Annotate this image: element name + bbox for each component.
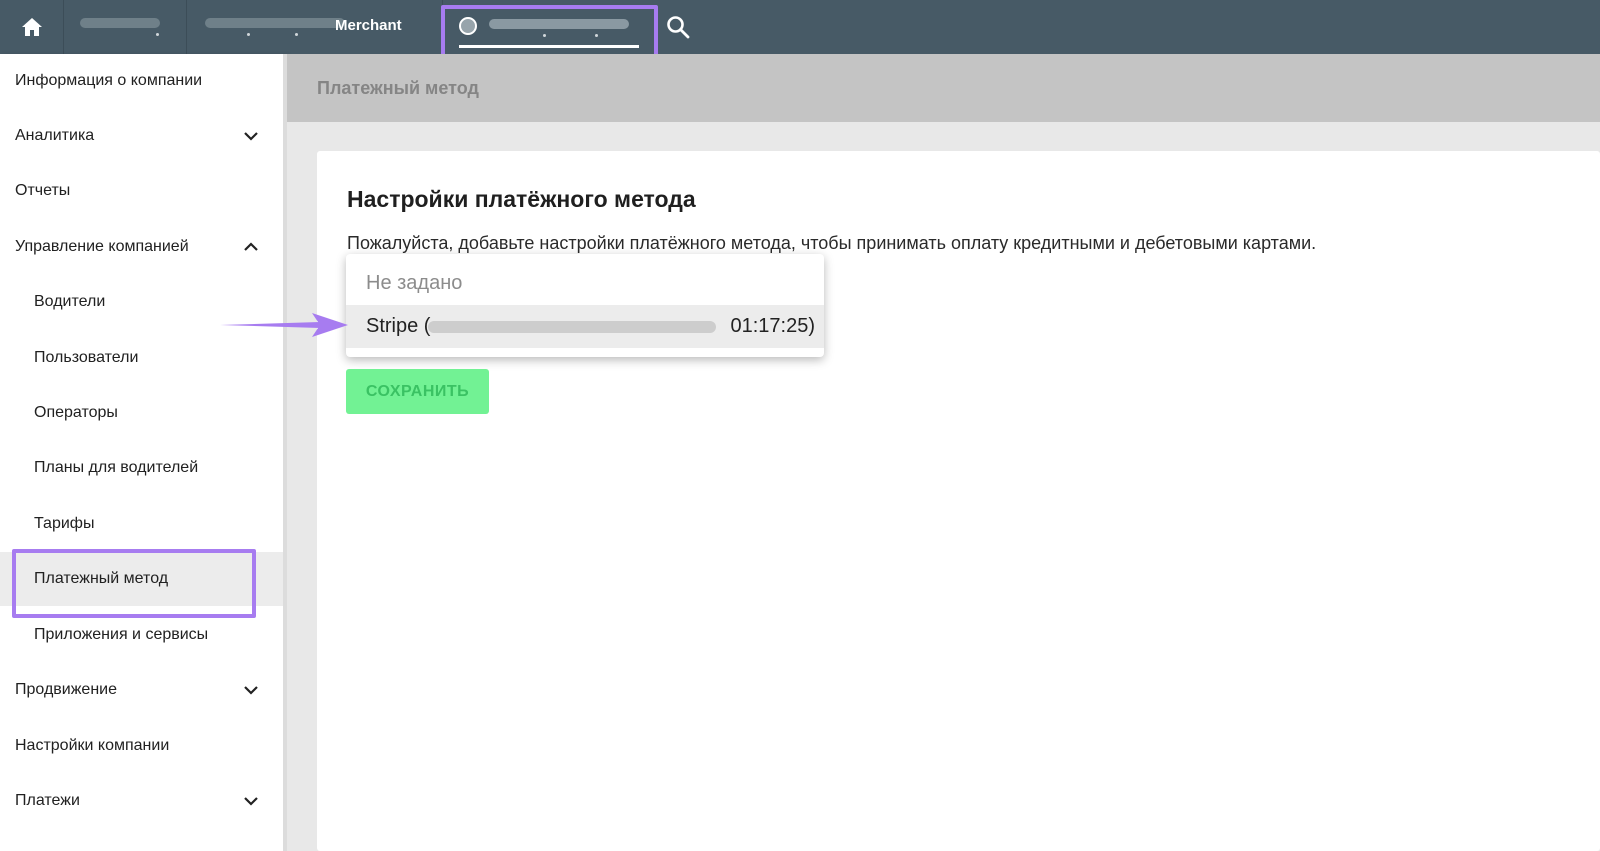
sidebar-item-label: Отчеты bbox=[15, 182, 71, 199]
sidebar-item-tariffs[interactable]: Тарифы bbox=[0, 497, 283, 551]
dropdown-option-label: Не задано bbox=[366, 272, 463, 294]
sidebar-item-reports[interactable]: Отчеты bbox=[0, 164, 283, 218]
sidebar-item-label: Платежи bbox=[15, 792, 80, 809]
dropdown-option-unset[interactable]: Не задано bbox=[346, 262, 824, 305]
account-avatar bbox=[459, 17, 477, 35]
dropdown-option-stripe[interactable]: Stripe ( 01:17:25) bbox=[346, 305, 824, 348]
sidebar-item-users[interactable]: Пользователи bbox=[0, 331, 283, 385]
sidebar-item-label: Тарифы bbox=[34, 515, 95, 532]
redacted-text bbox=[80, 18, 160, 28]
sidebar-item-drivers[interactable]: Водители bbox=[0, 275, 283, 329]
page-header: Платежный метод bbox=[287, 54, 1600, 122]
chevron-down-icon bbox=[244, 797, 258, 806]
search-icon bbox=[667, 16, 690, 39]
chevron-up-icon bbox=[244, 242, 258, 251]
card-title: Настройки платёжного метода bbox=[347, 186, 696, 212]
sidebar-item-analytics[interactable]: Аналитика bbox=[0, 109, 283, 163]
dropdown-option-prefix: Stripe ( bbox=[366, 315, 431, 337]
sidebar-item-label: Водители bbox=[34, 293, 106, 310]
sidebar-item-company-management[interactable]: Управление компанией bbox=[0, 220, 283, 274]
redacted-dot bbox=[156, 33, 159, 36]
sidebar-item-payments[interactable]: Платежи bbox=[0, 774, 283, 828]
sidebar-item-label: Операторы bbox=[34, 404, 118, 421]
sidebar-item-label: Продвижение bbox=[15, 681, 117, 698]
sidebar-item-label: Аналитика bbox=[15, 127, 95, 144]
sidebar-item-label: Пользователи bbox=[34, 349, 139, 366]
sidebar-item-label: Приложения и сервисы bbox=[34, 626, 209, 643]
sidebar-item-label: Управление компанией bbox=[15, 238, 189, 255]
sidebar: Информация о компании Аналитика Отчеты У… bbox=[0, 54, 287, 851]
redacted-text bbox=[205, 18, 345, 28]
sidebar-item-company-info[interactable]: Информация о компании bbox=[0, 54, 283, 108]
redacted-text bbox=[428, 321, 716, 333]
redacted-dot bbox=[247, 33, 250, 36]
home-icon bbox=[21, 18, 42, 36]
payment-method-dropdown[interactable]: Не задано Stripe ( 01:17:25) bbox=[346, 254, 824, 357]
sidebar-item-label: Настройки компании bbox=[15, 737, 170, 754]
sidebar-item-driver-plans[interactable]: Планы для водителей bbox=[0, 441, 283, 495]
redacted-dot bbox=[295, 33, 298, 36]
tab-company[interactable] bbox=[64, 0, 187, 54]
save-button[interactable]: СОХРАНИТЬ bbox=[346, 369, 489, 414]
page-title: Платежный метод bbox=[317, 78, 479, 98]
sidebar-item-label: Планы для водителей bbox=[34, 459, 199, 476]
tab-merchant[interactable]: Merchant bbox=[187, 0, 443, 54]
active-tab-indicator bbox=[459, 45, 639, 48]
chevron-down-icon bbox=[244, 686, 258, 695]
sidebar-item-promotion[interactable]: Продвижение bbox=[0, 663, 283, 717]
sidebar-item-company-settings[interactable]: Настройки компании bbox=[0, 719, 283, 773]
sidebar-item-payment-method[interactable]: Платежный метод bbox=[0, 552, 283, 606]
home-button[interactable] bbox=[0, 0, 64, 54]
sidebar-item-apps-services[interactable]: Приложения и сервисы bbox=[0, 608, 283, 662]
dropdown-option-suffix: 01:17:25) bbox=[730, 315, 815, 337]
chevron-down-icon bbox=[244, 132, 258, 141]
tab-merchant-label: Merchant bbox=[335, 17, 402, 34]
redacted-text bbox=[489, 19, 629, 29]
redacted-dot bbox=[543, 34, 546, 37]
card-description: Пожалуйста, добавьте настройки платёжног… bbox=[347, 233, 1317, 253]
sidebar-item-label: Платежный метод bbox=[34, 570, 169, 587]
sidebar-item-operators[interactable]: Операторы bbox=[0, 386, 283, 440]
redacted-dot bbox=[595, 34, 598, 37]
tab-active-account[interactable] bbox=[443, 0, 655, 54]
search-button[interactable] bbox=[655, 0, 701, 54]
sidebar-item-label: Информация о компании bbox=[15, 72, 203, 89]
top-navigation-bar: Merchant bbox=[0, 0, 1600, 54]
